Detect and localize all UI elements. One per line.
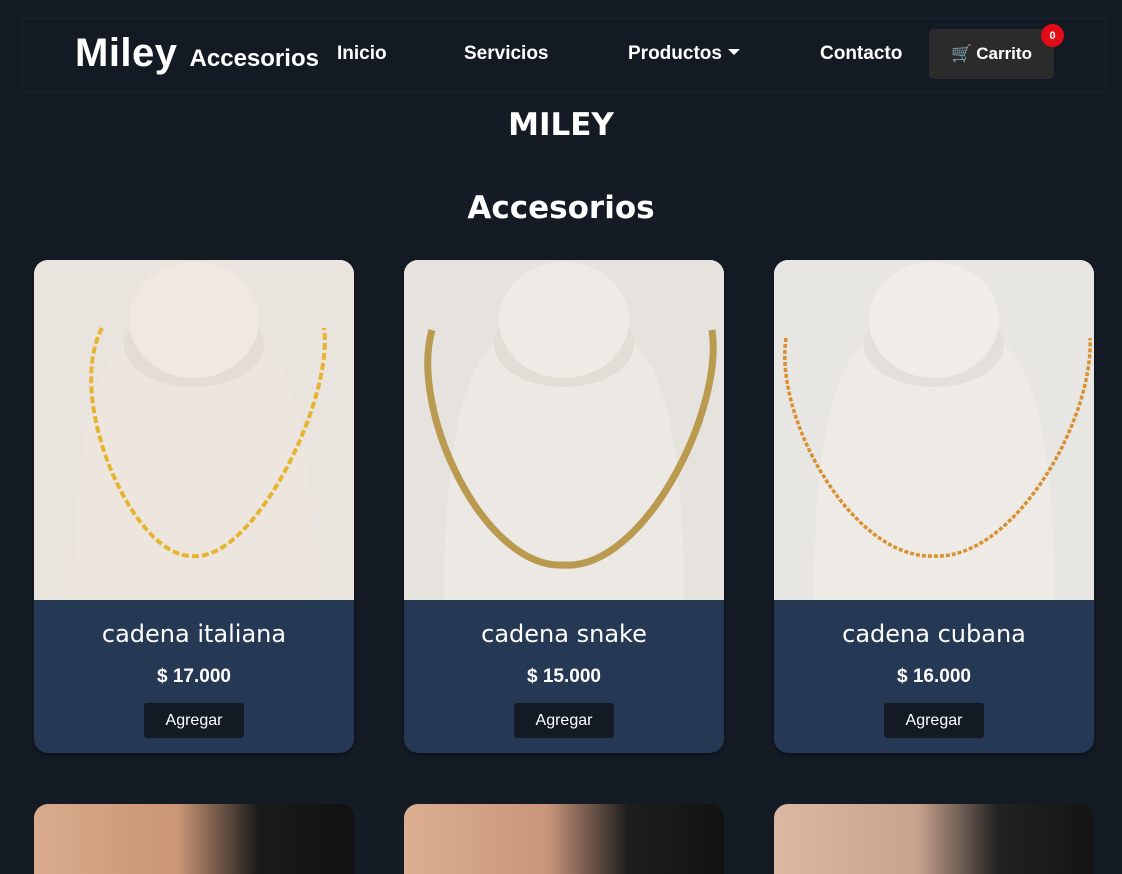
- nav-link-servicios[interactable]: Servicios: [464, 43, 549, 65]
- navbar: Miley Accesorios Inicio Servicios Produc…: [22, 18, 1106, 92]
- caret-down-icon: [727, 48, 740, 55]
- brand-name: Miley: [75, 31, 178, 75]
- product-name: cadena italiana: [101, 620, 287, 648]
- product-info: cadena italiana $ 17.000 Agregar: [34, 600, 354, 753]
- product-image: [34, 260, 354, 600]
- product-image: [774, 260, 1094, 600]
- add-to-cart-button[interactable]: Agregar: [514, 703, 614, 738]
- product-card: cadena italiana $ 17.000 Agregar: [34, 260, 354, 753]
- product-price: $ 17.000: [157, 666, 231, 687]
- add-to-cart-button[interactable]: Agregar: [144, 703, 244, 738]
- page-title: MILEY: [508, 107, 614, 143]
- product-card-partial: [34, 804, 354, 874]
- product-info: cadena cubana $ 16.000 Agregar: [774, 600, 1094, 753]
- section-title: Accesorios: [467, 190, 655, 226]
- product-name: cadena snake: [481, 620, 647, 648]
- product-price: $ 15.000: [527, 666, 601, 687]
- nav-link-contacto[interactable]: Contacto: [820, 43, 902, 65]
- nav-dropdown-productos[interactable]: Productos: [628, 43, 740, 65]
- product-price: $ 16.000: [897, 666, 971, 687]
- cart-button[interactable]: 🛒 Carrito: [929, 29, 1054, 79]
- product-image: [404, 260, 724, 600]
- nav-link-productos-label: Productos: [628, 43, 722, 64]
- product-card: cadena snake $ 15.000 Agregar: [404, 260, 724, 753]
- brand-subtitle: Accesorios: [189, 45, 319, 72]
- product-card: cadena cubana $ 16.000 Agregar: [774, 260, 1094, 753]
- cart-count-badge: 0: [1041, 24, 1064, 47]
- nav-link-inicio[interactable]: Inicio: [337, 43, 387, 65]
- product-info: cadena snake $ 15.000 Agregar: [404, 600, 724, 753]
- product-card-partial: [404, 804, 724, 874]
- brand-logo[interactable]: Miley Accesorios: [75, 31, 319, 76]
- cart-label: Carrito: [976, 44, 1032, 63]
- add-to-cart-button[interactable]: Agregar: [884, 703, 984, 738]
- product-card-partial: [774, 804, 1094, 874]
- product-name: cadena cubana: [842, 620, 1026, 648]
- cart-icon: 🛒: [951, 44, 973, 63]
